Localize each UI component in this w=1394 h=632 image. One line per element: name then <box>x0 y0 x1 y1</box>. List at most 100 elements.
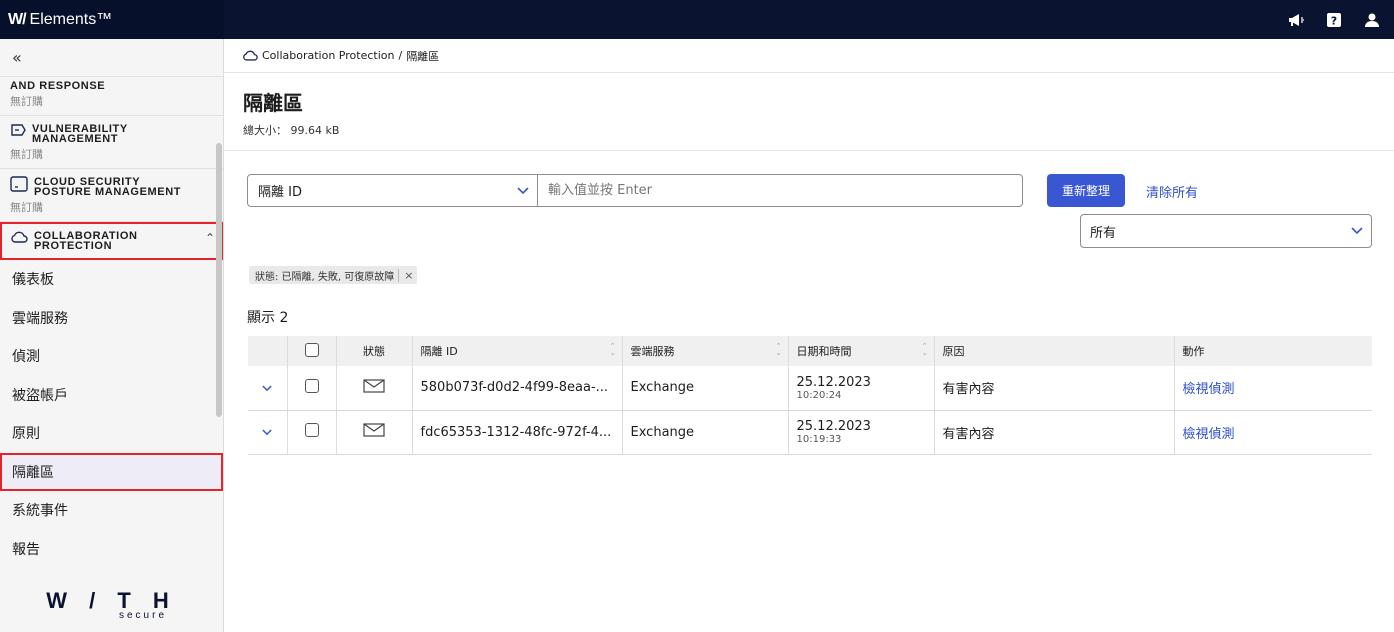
cloud-posture-icon <box>10 176 28 192</box>
status-filter-select[interactable]: 所有 <box>1080 214 1372 248</box>
subscription-status: 無訂購 <box>10 148 43 161</box>
select-all-checkbox[interactable] <box>304 342 319 357</box>
quarantine-id-cell: fdc65353-1312-48fc-972f-4... <box>412 410 623 454</box>
row-checkbox[interactable] <box>304 378 319 393</box>
megaphone-icon[interactable] <box>1288 12 1304 28</box>
status-filter-value: 所有 <box>1090 225 1117 241</box>
sort-icon[interactable]: ⌃ ⌄ <box>922 343 928 357</box>
table-row[interactable]: fdc65353-1312-48fc-972f-4... Exchange 25… <box>248 410 1372 454</box>
column-header-status[interactable]: 狀態 <box>336 336 413 366</box>
sidebar-item-dashboard[interactable]: 儀表板 <box>0 260 223 299</box>
total-size: 總大小： 99.64 kB <box>243 124 340 137</box>
date-text: 25.12.2023 <box>796 419 871 434</box>
action-cell: 檢視偵測 <box>1174 410 1372 454</box>
column-header-label: 日期和時間 <box>796 345 852 358</box>
datetime-cell: 25.12.2023 10:20:24 <box>788 366 935 410</box>
section-title: CLOUD SECURITY POSTURE MANAGEMENT <box>34 176 182 198</box>
sidebar-item-label: 原則 <box>12 426 40 443</box>
sidebar-item-system-events[interactable]: 系統事件 <box>0 491 223 530</box>
section-title: VULNERABILITY MANAGEMENT <box>32 123 128 145</box>
column-header-reason: 原因 <box>934 336 1175 366</box>
expand-row-button[interactable] <box>248 410 288 454</box>
sidebar-item-quarantine[interactable]: 隔離區 <box>0 452 223 491</box>
sort-icon[interactable]: ⌃ ⌄ <box>610 343 616 357</box>
help-icon[interactable]: ? <box>1326 12 1342 28</box>
expand-row-button[interactable] <box>248 366 288 410</box>
sidebar-item-detections[interactable]: 偵測 <box>0 337 223 376</box>
cloud-icon <box>11 231 28 243</box>
sidebar-item-label: 儀表板 <box>12 272 54 289</box>
column-header-label: 隔離 ID <box>420 345 458 358</box>
table-row[interactable]: 580b073f-d0d2-4f99-8eaa-... Exchange 25.… <box>248 366 1372 410</box>
top-bar: W/ Elements™ ? <box>0 0 1394 39</box>
view-detection-link[interactable]: 檢視偵測 <box>1183 382 1235 397</box>
sidebar-scrollbar[interactable] <box>216 143 222 417</box>
sidebar-item-reports[interactable]: 報告 <box>0 530 223 569</box>
collapse-sidebar-button[interactable]: « <box>0 39 223 77</box>
reason-cell: 有害內容 <box>934 366 1175 410</box>
vulnerability-icon <box>11 124 26 136</box>
remove-filter-icon[interactable]: × <box>398 268 413 282</box>
row-checkbox[interactable] <box>304 423 319 437</box>
select-all-header <box>287 336 337 366</box>
nav-section-cloud-security-posture-management[interactable]: CLOUD SECURITY POSTURE MANAGEMENT 無訂購 <box>0 169 223 222</box>
sidebar-item-policies[interactable]: 原則 <box>0 414 223 453</box>
clear-all-link[interactable]: 清除所有 <box>1146 182 1198 201</box>
section-title: AND RESPONSE <box>10 80 106 92</box>
search-field-select[interactable]: 隔離 ID <box>247 174 538 207</box>
date-text: 25.12.2023 <box>796 374 871 390</box>
quarantine-id-cell: 580b073f-d0d2-4f99-8eaa-... <box>412 366 623 410</box>
sidebar-item-label: 系統事件 <box>12 503 68 520</box>
breadcrumb-current: 隔離區 <box>406 49 440 63</box>
chevron-down-icon <box>262 429 272 436</box>
double-chevron-left-icon: « <box>12 48 22 67</box>
column-header-quarantine-id[interactable]: 隔離 ID ⌃ ⌄ <box>412 336 623 366</box>
page-title: 隔離區 <box>243 91 303 115</box>
nav-section-detection-and-response[interactable]: AND RESPONSE 無訂購 <box>0 77 223 116</box>
filter-chip-label: 狀態: 已隔離, 失敗, 可復原故障 <box>255 271 395 283</box>
withsecure-logo: W / T H secure <box>0 576 223 632</box>
chevron-down-icon <box>262 385 272 391</box>
subscription-status: 無訂購 <box>10 201 43 214</box>
sidebar-item-label: 隔離區 <box>12 464 54 481</box>
column-header-label: 雲端服務 <box>630 345 675 358</box>
breadcrumb-root-link[interactable]: Collaboration Protection <box>262 49 394 62</box>
refresh-button[interactable]: 重新整理 <box>1047 174 1125 207</box>
chevron-down-icon <box>517 186 529 194</box>
datetime-cell: 25.12.2023 10:19:33 <box>788 410 935 454</box>
sidebar-item-cloud-services[interactable]: 雲端服務 <box>0 299 223 338</box>
reason-cell: 有害內容 <box>934 410 1175 454</box>
nav-section-collaboration-protection[interactable]: COLLABORATION PROTECTION ⌃ <box>0 222 223 260</box>
user-icon[interactable] <box>1364 12 1380 28</box>
chevron-down-icon <box>1351 227 1363 235</box>
section-title: COLLABORATION PROTECTION <box>34 230 138 252</box>
column-header-action: 動作 <box>1182 345 1205 358</box>
time-text: 10:19:33 <box>796 434 842 445</box>
app-brand[interactable]: W/ Elements™ <box>0 0 224 39</box>
sidebar: « AND RESPONSE 無訂購 VULNERABILITY MANAGEM… <box>0 39 224 632</box>
row-select-cell <box>287 410 337 454</box>
cloud-icon <box>243 50 258 61</box>
logo-subtext: secure <box>118 609 167 621</box>
view-detection-link[interactable]: 檢視偵測 <box>1183 427 1235 442</box>
status-cell <box>336 410 413 454</box>
expand-column-header <box>248 336 288 366</box>
column-header-datetime[interactable]: 日期和時間 ⌃ ⌄ <box>788 336 935 366</box>
breadcrumb: Collaboration Protection / 隔離區 <box>224 39 1394 73</box>
table-header-row: 狀態 隔離 ID ⌃ ⌄ 雲端服務 ⌃ ⌄ 日期和時間 ⌃ ⌄ 原因 動作 <box>248 336 1372 366</box>
chevron-up-icon[interactable]: ⌃ <box>205 231 215 245</box>
search-input[interactable] <box>538 174 1023 207</box>
envelope-icon <box>363 423 385 437</box>
search-bar: 隔離 ID <box>247 174 1023 207</box>
main-content: Collaboration Protection / 隔離區 隔離區 總大小： … <box>224 39 1394 632</box>
filter-chip: 狀態: 已隔離, 失敗, 可復原故障 × <box>249 266 418 284</box>
action-cell: 檢視偵測 <box>1174 366 1372 410</box>
nav-section-vulnerability-management[interactable]: VULNERABILITY MANAGEMENT 無訂購 <box>0 116 223 169</box>
cloud-service-cell: Exchange <box>622 366 789 410</box>
sort-icon[interactable]: ⌃ ⌄ <box>776 343 782 357</box>
row-select-cell <box>287 366 337 410</box>
column-header-cloud-service[interactable]: 雲端服務 ⌃ ⌄ <box>622 336 789 366</box>
cloud-service-cell: Exchange <box>622 410 789 454</box>
quarantine-table: 狀態 隔離 ID ⌃ ⌄ 雲端服務 ⌃ ⌄ 日期和時間 ⌃ ⌄ 原因 動作 580b073f… <box>248 336 1372 455</box>
sidebar-item-compromised-accounts[interactable]: 被盜帳戶 <box>0 376 223 415</box>
